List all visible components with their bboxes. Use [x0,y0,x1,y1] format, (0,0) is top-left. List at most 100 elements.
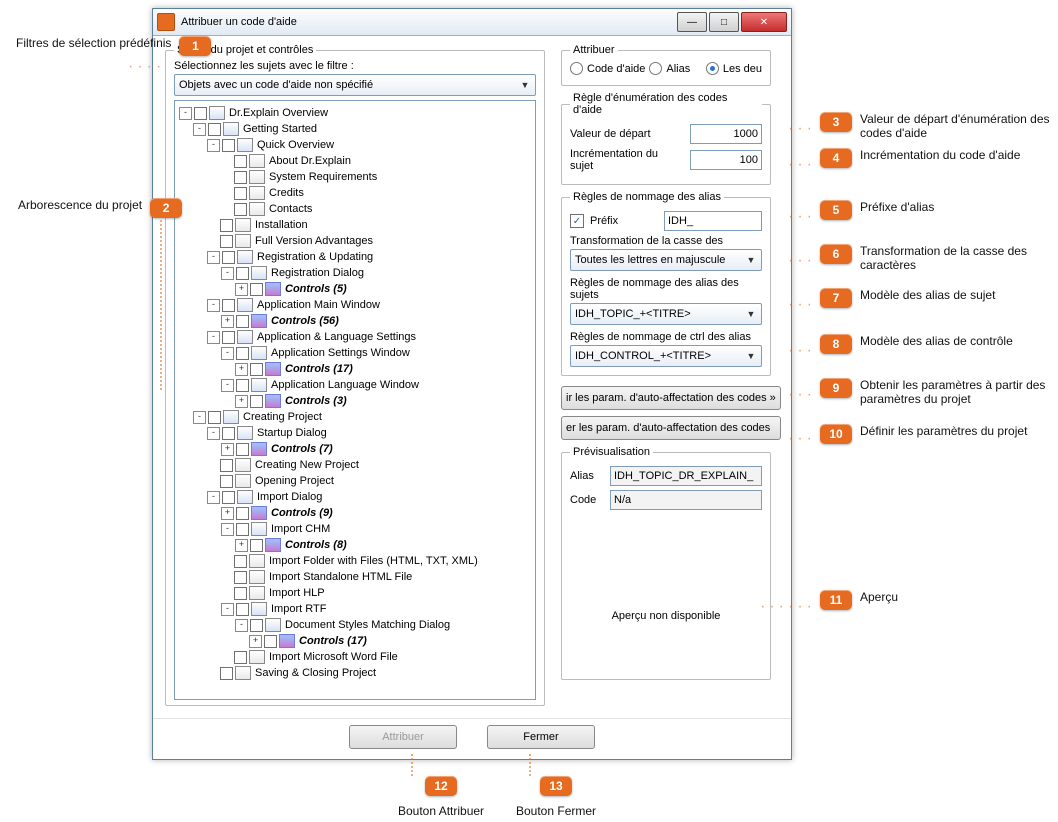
tree-checkbox[interactable] [220,475,233,488]
tree-row[interactable]: Installation [207,217,533,233]
tree-checkbox[interactable] [250,283,263,296]
tree-row[interactable]: +Controls (8) [235,537,533,553]
expand-toggle[interactable]: - [179,107,192,120]
tree-row[interactable]: -Document Styles Matching Dialog [235,617,533,633]
tree-row[interactable]: +Controls (7) [221,441,533,457]
expand-toggle[interactable]: - [207,139,220,152]
close-button[interactable]: Fermer [487,725,595,749]
tree-row[interactable]: -Startup Dialog [207,425,533,441]
tree-row[interactable]: -Import RTF [221,601,533,617]
filter-dropdown[interactable]: Objets avec un code d'aide non spécifié … [174,74,536,96]
expand-toggle[interactable]: - [193,123,206,136]
expand-toggle[interactable]: + [235,395,248,408]
tree-row[interactable]: +Controls (9) [221,505,533,521]
radio-help-code[interactable] [570,62,583,75]
tree-row[interactable]: Creating New Project [207,457,533,473]
tree-checkbox[interactable] [208,123,221,136]
expand-toggle[interactable]: - [193,411,206,424]
expand-toggle[interactable]: - [221,347,234,360]
tree-checkbox[interactable] [250,363,263,376]
expand-toggle[interactable]: - [207,299,220,312]
tree-checkbox[interactable] [222,331,235,344]
tree-checkbox[interactable] [222,299,235,312]
start-value-input[interactable] [690,124,762,144]
tree-row[interactable]: -Registration & Updating [207,249,533,265]
expand-toggle[interactable]: + [221,443,234,456]
expand-toggle[interactable]: - [221,267,234,280]
expand-toggle[interactable]: + [235,283,248,296]
tree-row[interactable]: -Quick Overview [207,137,533,153]
title-bar[interactable]: Attribuer un code d'aide — □ ✕ [153,9,791,36]
expand-toggle[interactable]: - [221,603,234,616]
tree-checkbox[interactable] [236,315,249,328]
tree-row[interactable]: -Registration Dialog [221,265,533,281]
tree-checkbox[interactable] [234,571,247,584]
tree-checkbox[interactable] [250,539,263,552]
tree-checkbox[interactable] [234,155,247,168]
case-transform-dropdown[interactable]: Toutes les lettres en majuscule ▼ [570,249,762,271]
tree-checkbox[interactable] [194,107,207,120]
expand-toggle[interactable]: - [207,251,220,264]
tree-checkbox[interactable] [220,235,233,248]
expand-toggle[interactable]: + [221,315,234,328]
tree-checkbox[interactable] [220,459,233,472]
expand-toggle[interactable]: - [207,491,220,504]
radio-alias[interactable] [649,62,662,75]
tree-row[interactable]: Import Folder with Files (HTML, TXT, XML… [221,553,533,569]
tree-checkbox[interactable] [222,427,235,440]
maximize-button[interactable]: □ [709,12,739,32]
control-alias-rule-dropdown[interactable]: IDH_CONTROL_+<TITRE> ▼ [570,345,762,367]
tree-row[interactable]: -Application Language Window [221,377,533,393]
tree-row[interactable]: -Import CHM [221,521,533,537]
expand-toggle[interactable]: + [249,635,262,648]
tree-row[interactable]: System Requirements [221,169,533,185]
project-tree[interactable]: -Dr.Explain Overview-Getting Started-Qui… [174,100,536,700]
tree-row[interactable]: +Controls (17) [249,633,533,649]
tree-checkbox[interactable] [236,603,249,616]
subject-alias-rule-dropdown[interactable]: IDH_TOPIC_+<TITRE> ▼ [570,303,762,325]
tree-checkbox[interactable] [250,395,263,408]
tree-row[interactable]: -Application & Language Settings [207,329,533,345]
tree-checkbox[interactable] [264,635,277,648]
tree-checkbox[interactable] [234,203,247,216]
minimize-button[interactable]: — [677,12,707,32]
set-auto-params-button[interactable]: er les param. d'auto-affectation des cod… [561,416,781,440]
radio-both[interactable] [706,62,719,75]
tree-row[interactable]: Full Version Advantages [207,233,533,249]
tree-row[interactable]: Saving & Closing Project [207,665,533,681]
tree-row[interactable]: +Controls (56) [221,313,533,329]
expand-toggle[interactable]: + [235,539,248,552]
assign-button[interactable]: Attribuer [349,725,457,749]
tree-checkbox[interactable] [236,379,249,392]
tree-checkbox[interactable] [208,411,221,424]
tree-row[interactable]: -Application Main Window [207,297,533,313]
tree-checkbox[interactable] [236,267,249,280]
window-close-button[interactable]: ✕ [741,12,787,32]
expand-toggle[interactable]: - [221,379,234,392]
tree-row[interactable]: Opening Project [207,473,533,489]
tree-row[interactable]: Import Standalone HTML File [221,569,533,585]
tree-row[interactable]: -Dr.Explain Overview [179,105,533,121]
tree-checkbox[interactable] [220,219,233,232]
tree-row[interactable]: Import HLP [221,585,533,601]
prefix-checkbox[interactable] [570,214,584,228]
expand-toggle[interactable]: - [207,331,220,344]
tree-checkbox[interactable] [234,171,247,184]
tree-row[interactable]: +Controls (5) [235,281,533,297]
tree-row[interactable]: -Import Dialog [207,489,533,505]
tree-checkbox[interactable] [236,507,249,520]
tree-row[interactable]: -Creating Project [193,409,533,425]
get-auto-params-button[interactable]: ir les param. d'auto-affectation des cod… [561,386,781,410]
tree-row[interactable]: +Controls (17) [235,361,533,377]
tree-row[interactable]: Credits [221,185,533,201]
tree-row[interactable]: -Application Settings Window [221,345,533,361]
tree-checkbox[interactable] [234,587,247,600]
tree-checkbox[interactable] [222,491,235,504]
increment-input[interactable] [690,150,762,170]
expand-toggle[interactable]: + [235,363,248,376]
prefix-input[interactable] [664,211,762,231]
tree-checkbox[interactable] [236,347,249,360]
tree-checkbox[interactable] [250,619,263,632]
expand-toggle[interactable]: - [207,427,220,440]
tree-checkbox[interactable] [222,139,235,152]
